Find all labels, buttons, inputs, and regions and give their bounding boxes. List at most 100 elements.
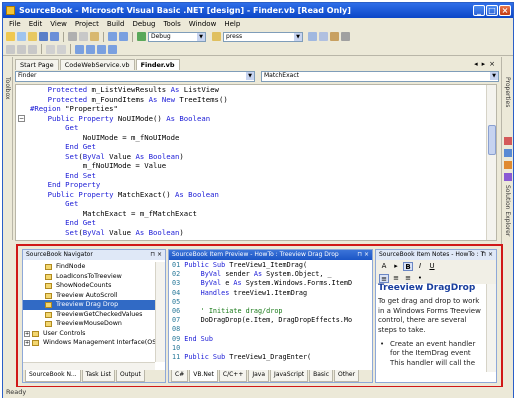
lang-tab-basic[interactable]: Basic (309, 370, 334, 382)
pin-close-icons[interactable]: ⊓ × (481, 250, 493, 260)
italic-icon[interactable]: I (415, 262, 425, 271)
menu-file[interactable]: File (5, 20, 25, 28)
tab-codewebservice-vb[interactable]: CodeWebService.vb (59, 59, 135, 70)
lang-tab-vb-net[interactable]: VB.Net (189, 370, 218, 382)
expand-icon[interactable]: + (24, 340, 30, 346)
style-icon[interactable]: ▸ (391, 262, 401, 271)
lang-tab-java[interactable]: Java (248, 370, 270, 382)
font-icon[interactable]: A (379, 262, 389, 271)
menu-project[interactable]: Project (71, 20, 103, 28)
tree-item[interactable]: FindNode (23, 262, 155, 272)
dock-icon-1[interactable] (504, 137, 512, 145)
find-in-files-icon[interactable] (212, 32, 221, 41)
open-icon[interactable] (28, 32, 37, 41)
collapse-region-icon[interactable]: − (18, 115, 25, 122)
dock-icon-4[interactable] (504, 173, 512, 181)
pin-close-icons[interactable]: ⊓ × (150, 250, 162, 260)
bottom-tab-2[interactable]: Output (116, 370, 145, 382)
minimize-button[interactable]: _ (473, 5, 485, 16)
toolbox-label[interactable]: Toolbox (4, 77, 11, 100)
align-center-icon[interactable]: ≡ (391, 274, 401, 283)
class-name-combo[interactable]: Finder ▼ (15, 71, 255, 82)
tab-start-page[interactable]: Start Page (15, 59, 59, 70)
tree-item[interactable]: Treeview AutoScroll (23, 291, 155, 301)
add-item-icon[interactable] (17, 32, 26, 41)
underline-icon[interactable]: U (427, 262, 437, 271)
start-icon[interactable] (137, 32, 146, 41)
properties-icon[interactable] (319, 32, 328, 41)
keyword-token: As (253, 270, 267, 279)
properties-label[interactable]: Properties (504, 77, 511, 107)
prev-bookmark-icon[interactable] (97, 44, 106, 54)
save-all-icon[interactable] (50, 32, 59, 41)
navigator-tree[interactable]: FindNode LoadIconsToTreeview ShowNodeCount… (23, 262, 155, 362)
navigator-horizontal-scrollbar[interactable] (23, 362, 155, 370)
tab-finder-vb[interactable]: Finder.vb (135, 59, 180, 70)
editor-vertical-scrollbar[interactable] (486, 85, 496, 240)
method-name-combo[interactable]: MatchExact ▼ (261, 71, 499, 82)
tools-icon[interactable] (341, 32, 350, 41)
menu-build[interactable]: Build (103, 20, 129, 28)
lang-tab-javascript[interactable]: JavaScript (270, 370, 309, 382)
menu-help[interactable]: Help (220, 20, 244, 28)
tree-item[interactable]: TreeviewMouseDown (23, 319, 155, 329)
uncomment-icon[interactable] (57, 44, 66, 54)
solution-explorer-icon[interactable] (308, 32, 317, 41)
toolbox-strip[interactable]: Toolbox (3, 57, 13, 240)
save-icon[interactable] (39, 32, 48, 41)
solution-explorer-label[interactable]: Solution Explorer (504, 185, 511, 236)
tree-folder[interactable]: + Windows Management Interface(OS (23, 338, 155, 348)
bottom-tab-1[interactable]: Task List (81, 370, 116, 382)
pin-close-icons[interactable]: ⊓ × (357, 250, 369, 260)
menu-debug[interactable]: Debug (128, 20, 159, 28)
lang-tab-c-[interactable]: C# (171, 370, 189, 382)
bookmark-icon[interactable] (75, 44, 84, 54)
list-members-icon[interactable] (28, 44, 37, 54)
find-combo[interactable]: press ▼ (223, 31, 303, 42)
new-project-icon[interactable] (6, 32, 15, 41)
dock-icon-3[interactable] (504, 161, 512, 169)
clear-bookmarks-icon[interactable] (108, 44, 117, 54)
prev-tab-icon[interactable]: ◂ (474, 60, 478, 68)
comment-icon[interactable] (46, 44, 55, 54)
close-button[interactable]: × (499, 5, 511, 16)
next-tab-icon[interactable]: ▸ (482, 60, 486, 68)
toolbox-icon[interactable] (330, 32, 339, 41)
align-left-icon[interactable]: ≡ (379, 273, 389, 283)
copy-icon[interactable] (79, 32, 88, 41)
line-number: 06 (172, 307, 181, 316)
expand-icon[interactable]: + (24, 330, 30, 337)
tree-item[interactable]: TreeviewGetCheckedValues (23, 310, 155, 320)
bottom-tab-0[interactable]: SourceBook N... (25, 370, 81, 382)
lang-tab-other[interactable]: Other (334, 370, 360, 382)
bold-icon[interactable]: B (403, 261, 413, 271)
paste-icon[interactable] (90, 32, 99, 41)
outdent-icon[interactable] (17, 44, 26, 54)
notes-vertical-scrollbar[interactable] (486, 284, 496, 372)
next-bookmark-icon[interactable] (86, 44, 95, 54)
indent-icon[interactable] (6, 44, 15, 54)
menu-view[interactable]: View (46, 20, 71, 28)
menu-window[interactable]: Window (185, 20, 221, 28)
cut-icon[interactable] (68, 32, 77, 41)
editor-scroll-thumb[interactable] (488, 125, 496, 155)
close-doc-icon[interactable]: × (489, 60, 495, 68)
maximize-button[interactable]: □ (486, 5, 498, 16)
code-editor[interactable]: − Protected m_ListViewResults As ListVie… (15, 84, 497, 241)
tree-item[interactable]: LoadIconsToTreeview (23, 272, 155, 282)
bullets-icon[interactable]: • (415, 274, 425, 283)
menu-edit[interactable]: Edit (25, 20, 47, 28)
notes-heading: Treeview DragDrop (378, 283, 476, 293)
redo-icon[interactable] (119, 32, 128, 41)
tree-item[interactable]: Treeview Drag Drop (23, 300, 155, 310)
notes-content[interactable]: Treeview DragDrop To get drag and drop t… (378, 283, 486, 368)
dock-icon-2[interactable] (504, 149, 512, 157)
menu-tools[interactable]: Tools (159, 20, 184, 28)
tree-item[interactable]: ShowNodeCounts (23, 281, 155, 291)
navigator-vertical-scrollbar[interactable] (155, 262, 165, 362)
configuration-combo[interactable]: Debug ▼ (148, 31, 206, 42)
align-right-icon[interactable]: ≡ (403, 274, 413, 283)
tree-folder[interactable]: + User Controls (23, 329, 155, 339)
lang-tab-c-c-[interactable]: C/C++ (218, 370, 248, 382)
undo-icon[interactable] (108, 32, 117, 41)
